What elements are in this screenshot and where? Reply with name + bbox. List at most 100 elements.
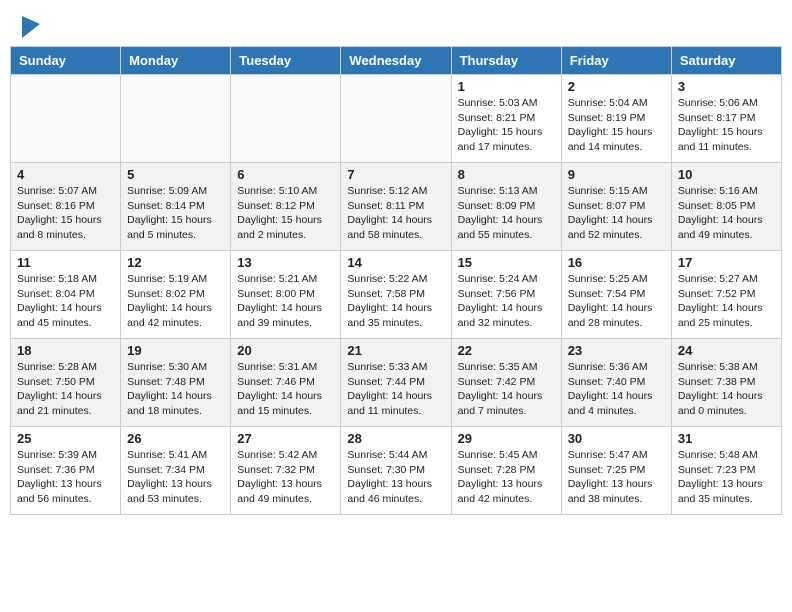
calendar-day-cell: 13 Sunrise: 5:21 AM Sunset: 8:00 PM Dayli… [231, 251, 341, 339]
calendar-day-cell: 26 Sunrise: 5:41 AM Sunset: 7:34 PM Dayli… [121, 427, 231, 515]
calendar-week-row: 25 Sunrise: 5:39 AM Sunset: 7:36 PM Dayli… [11, 427, 782, 515]
day-number: 29 [458, 431, 555, 446]
day-number: 6 [237, 167, 334, 182]
day-number: 2 [568, 79, 665, 94]
calendar-day-cell: 22 Sunrise: 5:35 AM Sunset: 7:42 PM Dayli… [451, 339, 561, 427]
day-number: 23 [568, 343, 665, 358]
calendar-day-cell: 27 Sunrise: 5:42 AM Sunset: 7:32 PM Dayli… [231, 427, 341, 515]
calendar-day-cell: 19 Sunrise: 5:30 AM Sunset: 7:48 PM Dayli… [121, 339, 231, 427]
day-number: 24 [678, 343, 775, 358]
calendar-day-cell: 12 Sunrise: 5:19 AM Sunset: 8:02 PM Dayli… [121, 251, 231, 339]
day-info: Sunrise: 5:38 AM Sunset: 7:38 PM Dayligh… [678, 360, 775, 419]
calendar-day-cell: 5 Sunrise: 5:09 AM Sunset: 8:14 PM Daylig… [121, 163, 231, 251]
calendar-day-cell: 1 Sunrise: 5:03 AM Sunset: 8:21 PM Daylig… [451, 75, 561, 163]
calendar-week-row: 18Sunrise: 5:28 AM Sunset: 7:50 PM Dayli… [11, 339, 782, 427]
day-info: Sunrise: 5:42 AM Sunset: 7:32 PM Dayligh… [237, 448, 334, 507]
calendar-day-cell: 10Sunrise: 5:16 AM Sunset: 8:05 PM Dayli… [671, 163, 781, 251]
day-info: Sunrise: 5:41 AM Sunset: 7:34 PM Dayligh… [127, 448, 224, 507]
day-number: 27 [237, 431, 334, 446]
day-number: 4 [17, 167, 114, 182]
day-number: 17 [678, 255, 775, 270]
day-number: 22 [458, 343, 555, 358]
day-info: Sunrise: 5:13 AM Sunset: 8:09 PM Dayligh… [458, 184, 555, 243]
calendar-day-cell: 7Sunrise: 5:12 AM Sunset: 8:11 PM Daylig… [341, 163, 451, 251]
day-number: 11 [17, 255, 114, 270]
calendar-day-header: Friday [561, 47, 671, 75]
calendar-day-header: Monday [121, 47, 231, 75]
calendar-day-cell: 23 Sunrise: 5:36 AM Sunset: 7:40 PM Dayli… [561, 339, 671, 427]
day-info: Sunrise: 5:07 AM Sunset: 8:16 PM Dayligh… [17, 184, 114, 243]
calendar-day-cell: 17Sunrise: 5:27 AM Sunset: 7:52 PM Dayli… [671, 251, 781, 339]
calendar-day-header: Wednesday [341, 47, 451, 75]
day-info: Sunrise: 5:10 AM Sunset: 8:12 PM Dayligh… [237, 184, 334, 243]
day-info: Sunrise: 5:35 AM Sunset: 7:42 PM Dayligh… [458, 360, 555, 419]
day-info: Sunrise: 5:18 AM Sunset: 8:04 PM Dayligh… [17, 272, 114, 331]
day-info: Sunrise: 5:22 AM Sunset: 7:58 PM Dayligh… [347, 272, 444, 331]
logo-icon [22, 16, 40, 38]
calendar-wrap: SundayMondayTuesdayWednesdayThursdayFrid… [0, 46, 792, 525]
calendar-day-cell: 11 Sunrise: 5:18 AM Sunset: 8:04 PM Dayli… [11, 251, 121, 339]
calendar-week-row: 11 Sunrise: 5:18 AM Sunset: 8:04 PM Dayli… [11, 251, 782, 339]
day-number: 7 [347, 167, 444, 182]
calendar-day-cell: 8 Sunrise: 5:13 AM Sunset: 8:09 PM Daylig… [451, 163, 561, 251]
calendar-day-cell: 4 Sunrise: 5:07 AM Sunset: 8:16 PM Daylig… [11, 163, 121, 251]
day-info: Sunrise: 5:48 AM Sunset: 7:23 PM Dayligh… [678, 448, 775, 507]
day-number: 26 [127, 431, 224, 446]
calendar-day-cell: 29 Sunrise: 5:45 AM Sunset: 7:28 PM Dayli… [451, 427, 561, 515]
day-number: 15 [458, 255, 555, 270]
day-number: 31 [678, 431, 775, 446]
day-info: Sunrise: 5:06 AM Sunset: 8:17 PM Dayligh… [678, 96, 775, 155]
day-info: Sunrise: 5:31 AM Sunset: 7:46 PM Dayligh… [237, 360, 334, 419]
calendar-week-row: 1 Sunrise: 5:03 AM Sunset: 8:21 PM Daylig… [11, 75, 782, 163]
day-info: Sunrise: 5:44 AM Sunset: 7:30 PM Dayligh… [347, 448, 444, 507]
calendar-day-cell [341, 75, 451, 163]
day-number: 1 [458, 79, 555, 94]
day-info: Sunrise: 5:33 AM Sunset: 7:44 PM Dayligh… [347, 360, 444, 419]
day-info: Sunrise: 5:24 AM Sunset: 7:56 PM Dayligh… [458, 272, 555, 331]
calendar-day-cell: 18Sunrise: 5:28 AM Sunset: 7:50 PM Dayli… [11, 339, 121, 427]
day-info: Sunrise: 5:19 AM Sunset: 8:02 PM Dayligh… [127, 272, 224, 331]
calendar-day-cell: 16 Sunrise: 5:25 AM Sunset: 7:54 PM Dayli… [561, 251, 671, 339]
calendar-day-cell: 24 Sunrise: 5:38 AM Sunset: 7:38 PM Dayli… [671, 339, 781, 427]
calendar-day-header: Sunday [11, 47, 121, 75]
day-number: 19 [127, 343, 224, 358]
day-number: 16 [568, 255, 665, 270]
calendar-day-cell [231, 75, 341, 163]
day-number: 12 [127, 255, 224, 270]
day-number: 18 [17, 343, 114, 358]
day-number: 9 [568, 167, 665, 182]
day-number: 28 [347, 431, 444, 446]
day-number: 13 [237, 255, 334, 270]
calendar-day-cell: 30 Sunrise: 5:47 AM Sunset: 7:25 PM Dayli… [561, 427, 671, 515]
day-number: 8 [458, 167, 555, 182]
calendar-day-header: Thursday [451, 47, 561, 75]
day-info: Sunrise: 5:47 AM Sunset: 7:25 PM Dayligh… [568, 448, 665, 507]
day-number: 3 [678, 79, 775, 94]
calendar-day-cell: 28 Sunrise: 5:44 AM Sunset: 7:30 PM Dayli… [341, 427, 451, 515]
day-number: 5 [127, 167, 224, 182]
day-info: Sunrise: 5:16 AM Sunset: 8:05 PM Dayligh… [678, 184, 775, 243]
day-info: Sunrise: 5:39 AM Sunset: 7:36 PM Dayligh… [17, 448, 114, 507]
calendar-day-cell: 9 Sunrise: 5:15 AM Sunset: 8:07 PM Daylig… [561, 163, 671, 251]
day-info: Sunrise: 5:09 AM Sunset: 8:14 PM Dayligh… [127, 184, 224, 243]
day-number: 30 [568, 431, 665, 446]
page-header [0, 0, 792, 46]
calendar-day-cell: 25 Sunrise: 5:39 AM Sunset: 7:36 PM Dayli… [11, 427, 121, 515]
day-number: 20 [237, 343, 334, 358]
calendar-day-cell: 21Sunrise: 5:33 AM Sunset: 7:44 PM Dayli… [341, 339, 451, 427]
day-info: Sunrise: 5:30 AM Sunset: 7:48 PM Dayligh… [127, 360, 224, 419]
calendar-header-row: SundayMondayTuesdayWednesdayThursdayFrid… [11, 47, 782, 75]
day-info: Sunrise: 5:21 AM Sunset: 8:00 PM Dayligh… [237, 272, 334, 331]
day-info: Sunrise: 5:25 AM Sunset: 7:54 PM Dayligh… [568, 272, 665, 331]
day-info: Sunrise: 5:45 AM Sunset: 7:28 PM Dayligh… [458, 448, 555, 507]
day-info: Sunrise: 5:04 AM Sunset: 8:19 PM Dayligh… [568, 96, 665, 155]
logo [20, 16, 40, 38]
calendar-day-header: Tuesday [231, 47, 341, 75]
calendar-day-cell: 2 Sunrise: 5:04 AM Sunset: 8:19 PM Daylig… [561, 75, 671, 163]
day-info: Sunrise: 5:36 AM Sunset: 7:40 PM Dayligh… [568, 360, 665, 419]
calendar-day-cell: 15 Sunrise: 5:24 AM Sunset: 7:56 PM Dayli… [451, 251, 561, 339]
day-info: Sunrise: 5:03 AM Sunset: 8:21 PM Dayligh… [458, 96, 555, 155]
calendar-day-cell: 20 Sunrise: 5:31 AM Sunset: 7:46 PM Dayli… [231, 339, 341, 427]
day-number: 25 [17, 431, 114, 446]
day-info: Sunrise: 5:15 AM Sunset: 8:07 PM Dayligh… [568, 184, 665, 243]
